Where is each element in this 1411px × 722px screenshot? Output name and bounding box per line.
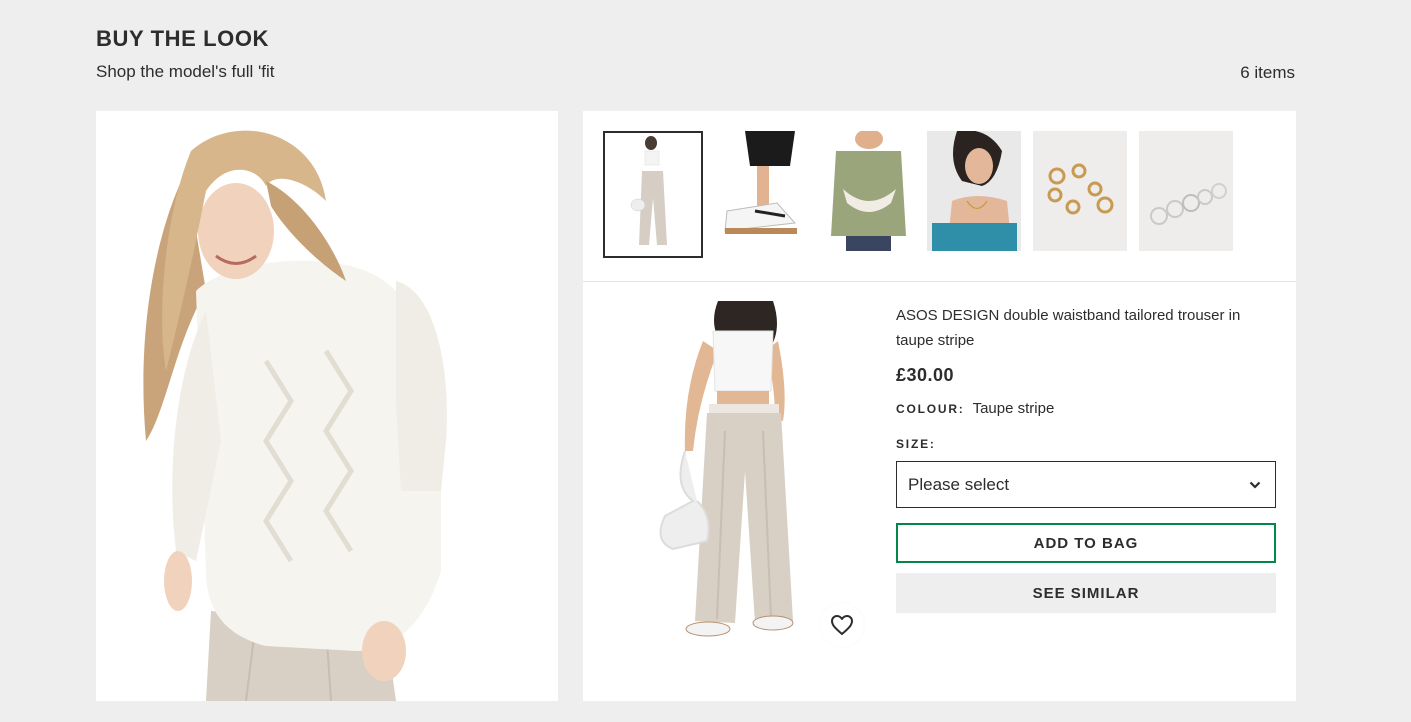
size-label: SIZE: xyxy=(896,437,936,451)
thumbnail-strip xyxy=(603,131,1233,258)
product-info: ASOS DESIGN double waistband tailored tr… xyxy=(896,303,1276,613)
model-hero-image xyxy=(96,111,558,701)
colour-value: Taupe stripe xyxy=(972,400,1055,417)
thumb-silver-rings[interactable] xyxy=(1139,131,1233,251)
product-name[interactable]: ASOS DESIGN double waistband tailored tr… xyxy=(896,303,1276,353)
thumb-necklace[interactable] xyxy=(927,131,1021,251)
size-select-value: Please select xyxy=(908,474,1010,494)
thumb-gold-rings[interactable] xyxy=(1033,131,1127,251)
thumb-bum-bag[interactable] xyxy=(821,131,915,251)
see-similar-button[interactable]: SEE SIMILAR xyxy=(896,573,1276,613)
wishlist-button[interactable] xyxy=(820,603,864,647)
thumb-trousers-look[interactable] xyxy=(603,131,703,258)
colour-row: COLOUR: Taupe stripe xyxy=(896,400,1276,417)
panel-divider xyxy=(583,281,1296,282)
section-title: BUY THE LOOK xyxy=(96,26,270,51)
size-select[interactable]: Please select xyxy=(896,461,1276,508)
add-to-bag-button[interactable]: ADD TO BAG xyxy=(896,523,1276,563)
chevron-down-icon xyxy=(1249,481,1261,489)
thumb-trainers[interactable] xyxy=(715,131,809,251)
product-price: £30.00 xyxy=(896,365,955,385)
heart-icon xyxy=(831,615,853,635)
colour-label: COLOUR: xyxy=(896,402,965,416)
item-count: 6 items xyxy=(1240,63,1295,82)
product-panel: ASOS DESIGN double waistband tailored tr… xyxy=(583,111,1296,701)
section-subtitle: Shop the model's full 'fit xyxy=(96,62,275,81)
product-image[interactable] xyxy=(613,301,876,650)
